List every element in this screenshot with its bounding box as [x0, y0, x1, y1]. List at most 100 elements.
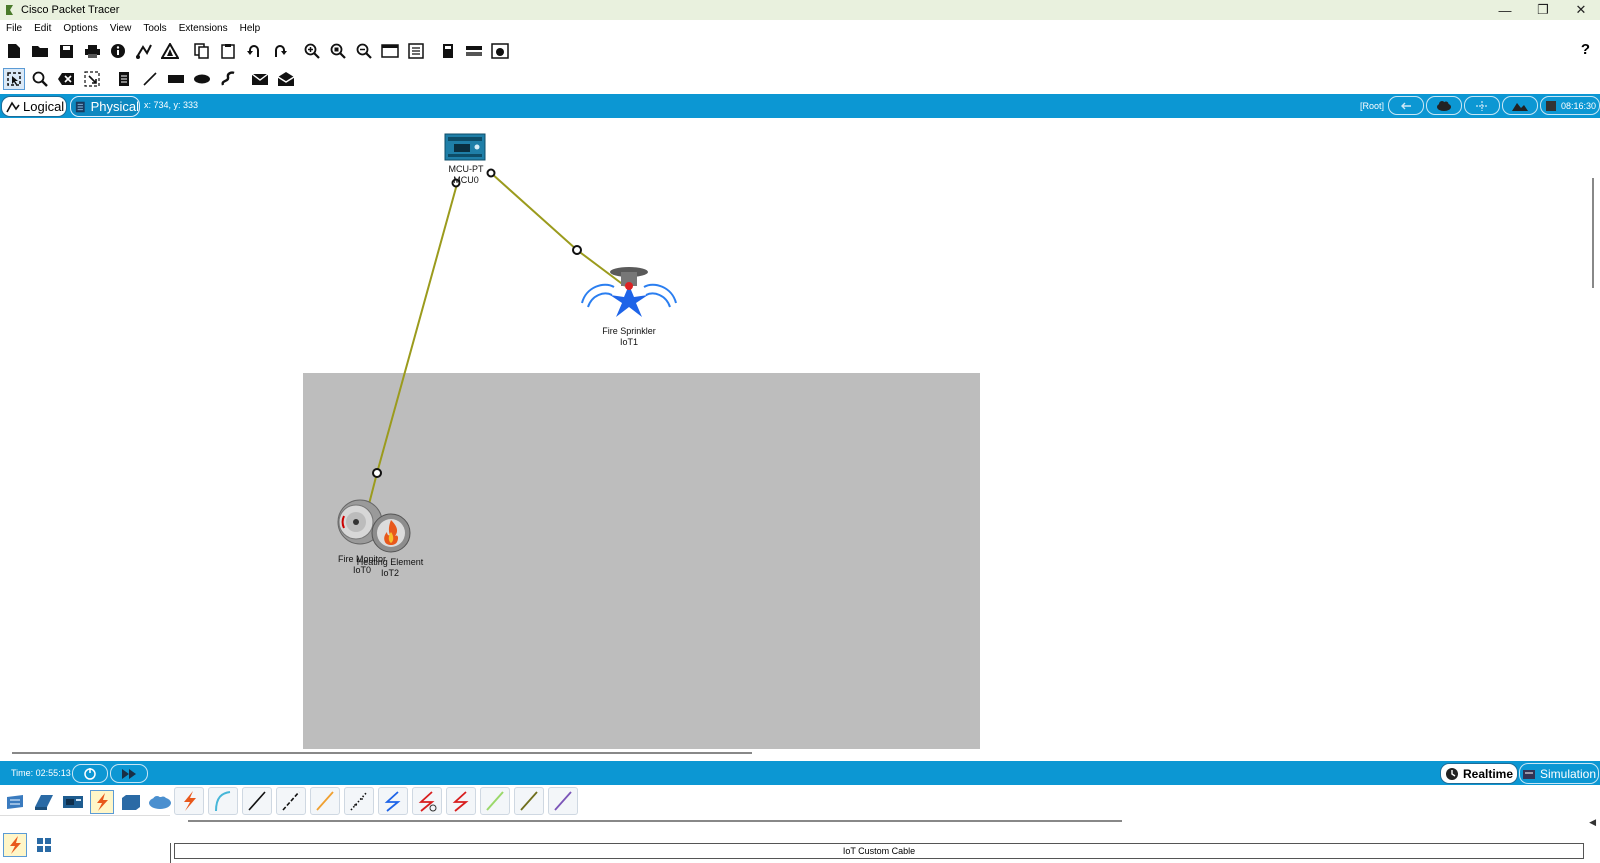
- resize-icon[interactable]: [81, 68, 103, 90]
- logical-icon: [6, 100, 20, 112]
- octal-cable-icon[interactable]: [480, 787, 510, 815]
- collapse-arrow-icon[interactable]: ◀: [1589, 817, 1596, 828]
- activity-wizard-icon[interactable]: [133, 40, 155, 62]
- close-icon[interactable]: ✕: [1562, 0, 1600, 20]
- menu-extensions[interactable]: Extensions: [173, 23, 234, 34]
- connections-subcategory-icon[interactable]: [3, 833, 27, 857]
- menu-edit[interactable]: Edit: [28, 23, 57, 34]
- device-palette: ◀ IoT Custom Cable: [0, 785, 1600, 863]
- multiuser-connection-icon[interactable]: [148, 790, 172, 814]
- physical-tab[interactable]: Physical: [70, 96, 140, 117]
- set-tiled-background-button[interactable]: [1502, 96, 1538, 115]
- pdu-icon[interactable]: [159, 40, 181, 62]
- cloud-icon: [1437, 100, 1451, 111]
- tools-toolbar: [0, 66, 1600, 92]
- workspace-bar: Logical Physical x: 734, y: 333 [Root] 0…: [0, 94, 1600, 118]
- physical-label: Physical: [90, 99, 139, 114]
- workspace-vertical-scrollbar[interactable]: [1586, 118, 1600, 748]
- serial-dte-cable-icon[interactable]: [446, 787, 476, 815]
- viewport-icon[interactable]: [437, 40, 459, 62]
- cable-mcu-to-fire-monitor[interactable]: [367, 183, 458, 509]
- iot-custom-cable-icon[interactable]: [514, 787, 544, 815]
- auto-connection-cable-icon[interactable]: [174, 787, 204, 815]
- menu-options[interactable]: Options: [57, 23, 103, 34]
- realtime-mode-button[interactable]: Realtime: [1440, 763, 1518, 784]
- phone-cable-icon[interactable]: [344, 787, 374, 815]
- copper-cross-over-cable-icon[interactable]: [276, 787, 306, 815]
- open-folder-icon[interactable]: [29, 40, 51, 62]
- usb-cable-icon[interactable]: [548, 787, 578, 815]
- logical-tab[interactable]: Logical: [1, 96, 67, 117]
- redo-icon[interactable]: [269, 40, 291, 62]
- drawing-palette-icon[interactable]: [379, 40, 401, 62]
- coaxial-cable-icon[interactable]: [378, 787, 408, 815]
- device-fire-sprinkler[interactable]: [574, 265, 684, 325]
- note-icon[interactable]: [113, 68, 135, 90]
- components-icon[interactable]: [61, 790, 85, 814]
- fire-sprinkler-icon: [581, 267, 677, 317]
- structured-cabling-icon[interactable]: [32, 833, 56, 857]
- workspace-horizontal-scrollbar[interactable]: [12, 752, 752, 754]
- screenshot-icon[interactable]: [489, 40, 511, 62]
- delete-icon[interactable]: [55, 68, 77, 90]
- simple-pdu-icon[interactable]: [249, 68, 271, 90]
- simulation-icon: [1522, 769, 1535, 779]
- fast-forward-time-button[interactable]: [110, 764, 148, 783]
- ellipse-icon[interactable]: [191, 68, 213, 90]
- menu-view[interactable]: View: [104, 23, 138, 34]
- scrollbar-thumb[interactable]: [1592, 178, 1594, 288]
- custom-device-icon[interactable]: [405, 40, 427, 62]
- paste-icon[interactable]: [217, 40, 239, 62]
- select-icon[interactable]: [3, 68, 25, 90]
- microcontroller-icon: [444, 133, 486, 161]
- help-button[interactable]: ?: [1581, 41, 1590, 58]
- move-object-button[interactable]: [1464, 96, 1500, 115]
- cable-types-row: [174, 787, 582, 815]
- new-file-icon[interactable]: [3, 40, 25, 62]
- minimize-icon[interactable]: —: [1486, 0, 1524, 20]
- device-heating-element[interactable]: [370, 512, 412, 554]
- print-icon[interactable]: [81, 40, 103, 62]
- console-cable-icon[interactable]: [208, 787, 238, 815]
- device-name: Heating Element: [356, 557, 424, 567]
- title-bar: Cisco Packet Tracer: [0, 0, 1600, 20]
- miscellaneous-icon[interactable]: [119, 790, 143, 814]
- info-icon[interactable]: [107, 40, 129, 62]
- fiber-cable-icon[interactable]: [310, 787, 340, 815]
- logical-workspace[interactable]: MCU-PT MCU0 Fire Sprinkler IoT1 Fire Mon…: [0, 118, 1586, 749]
- device-id: IoT1: [619, 337, 638, 347]
- menu-tools[interactable]: Tools: [137, 23, 172, 34]
- device-id: MCU0: [453, 175, 479, 185]
- device-mcu[interactable]: [444, 132, 486, 162]
- copper-straight-through-cable-icon[interactable]: [242, 787, 272, 815]
- inspect-icon[interactable]: [29, 68, 51, 90]
- simulation-mode-button[interactable]: Simulation: [1519, 763, 1599, 784]
- cluster-icon[interactable]: [463, 40, 485, 62]
- zoom-reset-icon[interactable]: [327, 40, 349, 62]
- menu-file[interactable]: File: [0, 23, 28, 34]
- restore-icon[interactable]: ❐: [1524, 0, 1562, 20]
- zoom-out-icon[interactable]: [353, 40, 375, 62]
- rectangle-icon[interactable]: [165, 68, 187, 90]
- back-level-button[interactable]: [1388, 96, 1424, 115]
- connections-category-icon[interactable]: [90, 790, 114, 814]
- power-cycle-devices-button[interactable]: [72, 764, 108, 783]
- complex-pdu-icon[interactable]: [275, 68, 297, 90]
- end-devices-icon[interactable]: [32, 790, 56, 814]
- menu-help[interactable]: Help: [234, 23, 267, 34]
- save-icon[interactable]: [55, 40, 77, 62]
- viewport-clock[interactable]: 08:16:30: [1540, 96, 1600, 115]
- undo-icon[interactable]: [243, 40, 265, 62]
- copy-icon[interactable]: [191, 40, 213, 62]
- device-label-mcu: MCU-PT MCU0: [436, 164, 496, 186]
- line-icon[interactable]: [139, 68, 161, 90]
- serial-dce-cable-icon[interactable]: [412, 787, 442, 815]
- network-devices-icon[interactable]: [3, 790, 27, 814]
- time-bar: Time: 02:55:13 Realtime Simulation: [0, 761, 1600, 785]
- freeform-icon[interactable]: [217, 68, 239, 90]
- window-title: Cisco Packet Tracer: [21, 4, 120, 16]
- palette-horizontal-scrollbar[interactable]: [188, 820, 1122, 822]
- zoom-in-icon[interactable]: [301, 40, 323, 62]
- new-cluster-button[interactable]: [1426, 96, 1462, 115]
- device-name: Fire Sprinkler: [602, 326, 656, 336]
